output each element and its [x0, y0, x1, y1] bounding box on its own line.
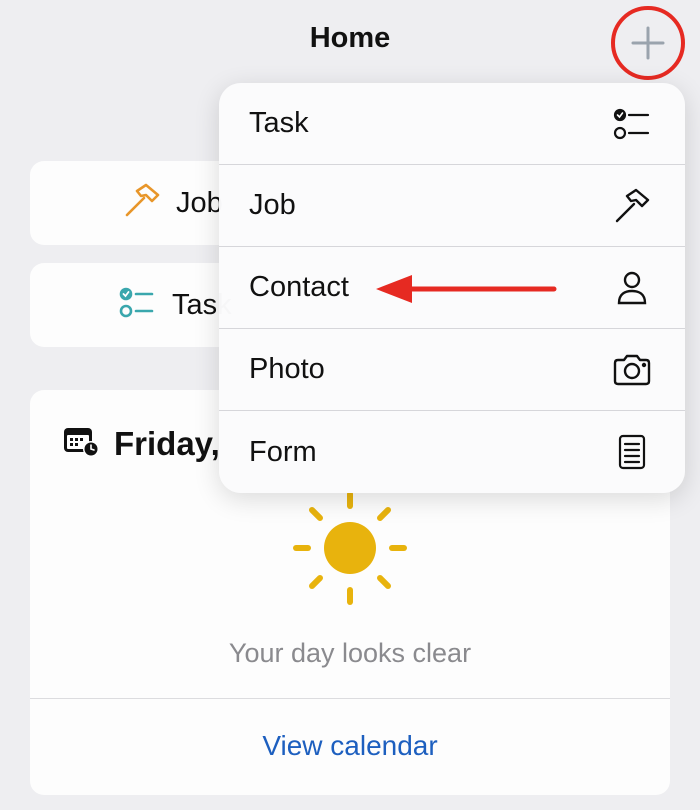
person-icon [611, 267, 653, 309]
menu-item-job[interactable]: Job [219, 165, 685, 247]
page-title: Home [309, 22, 391, 54]
menu-item-form[interactable]: Form [219, 411, 685, 493]
menu-item-label: Photo [249, 353, 325, 385]
view-calendar-link[interactable]: View calendar [30, 730, 670, 762]
hammer-icon [122, 181, 162, 226]
camera-icon [611, 349, 653, 391]
menu-item-task[interactable]: Task [219, 83, 685, 165]
menu-item-label: Form [249, 435, 317, 468]
quick-action-job-label: Job [176, 186, 223, 219]
day-title: Friday, [114, 424, 220, 462]
form-icon [611, 431, 653, 473]
day-header: Friday, [62, 424, 220, 463]
hammer-icon [611, 185, 653, 227]
sun-icon [292, 490, 408, 611]
plus-icon [631, 26, 665, 60]
red-arrow-annotation [376, 275, 557, 303]
divider [30, 698, 670, 699]
menu-item-label: Job [249, 189, 296, 221]
menu-item-photo[interactable]: Photo [219, 329, 685, 411]
add-button[interactable] [611, 6, 685, 80]
menu-item-label: Task [249, 107, 309, 139]
checklist-icon [118, 283, 158, 328]
empty-day-message: Your day looks clear [228, 638, 472, 668]
calendar-clock-icon [62, 424, 100, 463]
menu-item-label: Contact [249, 271, 349, 303]
checklist-icon [611, 103, 653, 145]
